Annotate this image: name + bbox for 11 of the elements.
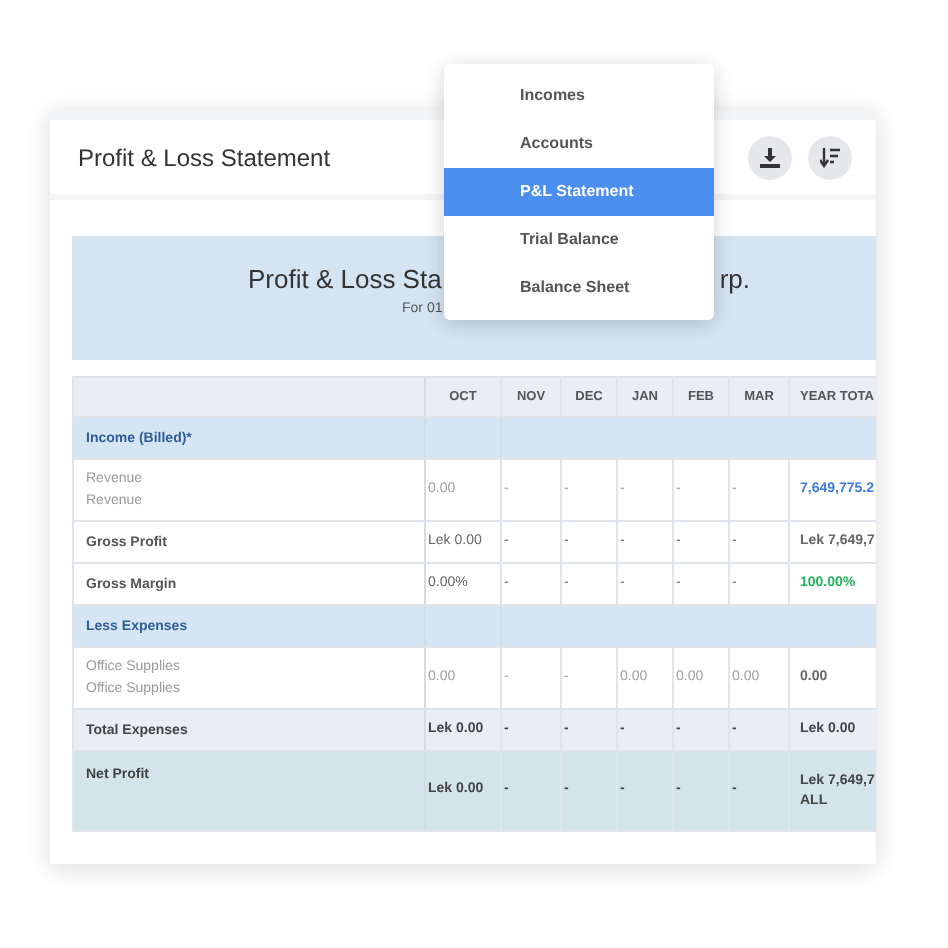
menu-item[interactable]: Trial Balance — [444, 216, 714, 264]
menu-item[interactable]: Accounts — [444, 120, 714, 168]
menu-item[interactable]: Incomes — [444, 72, 714, 120]
sort-icon — [820, 147, 840, 167]
report-title: Profit & Loss Sta — [248, 264, 442, 296]
download-button[interactable] — [748, 135, 792, 179]
page-title: Profit & Loss Statement — [78, 141, 331, 175]
download-icon — [760, 147, 780, 167]
menu-item[interactable]: Balance Sheet — [444, 264, 714, 312]
report-title: rp. — [719, 264, 750, 296]
sort-button[interactable] — [808, 135, 852, 179]
